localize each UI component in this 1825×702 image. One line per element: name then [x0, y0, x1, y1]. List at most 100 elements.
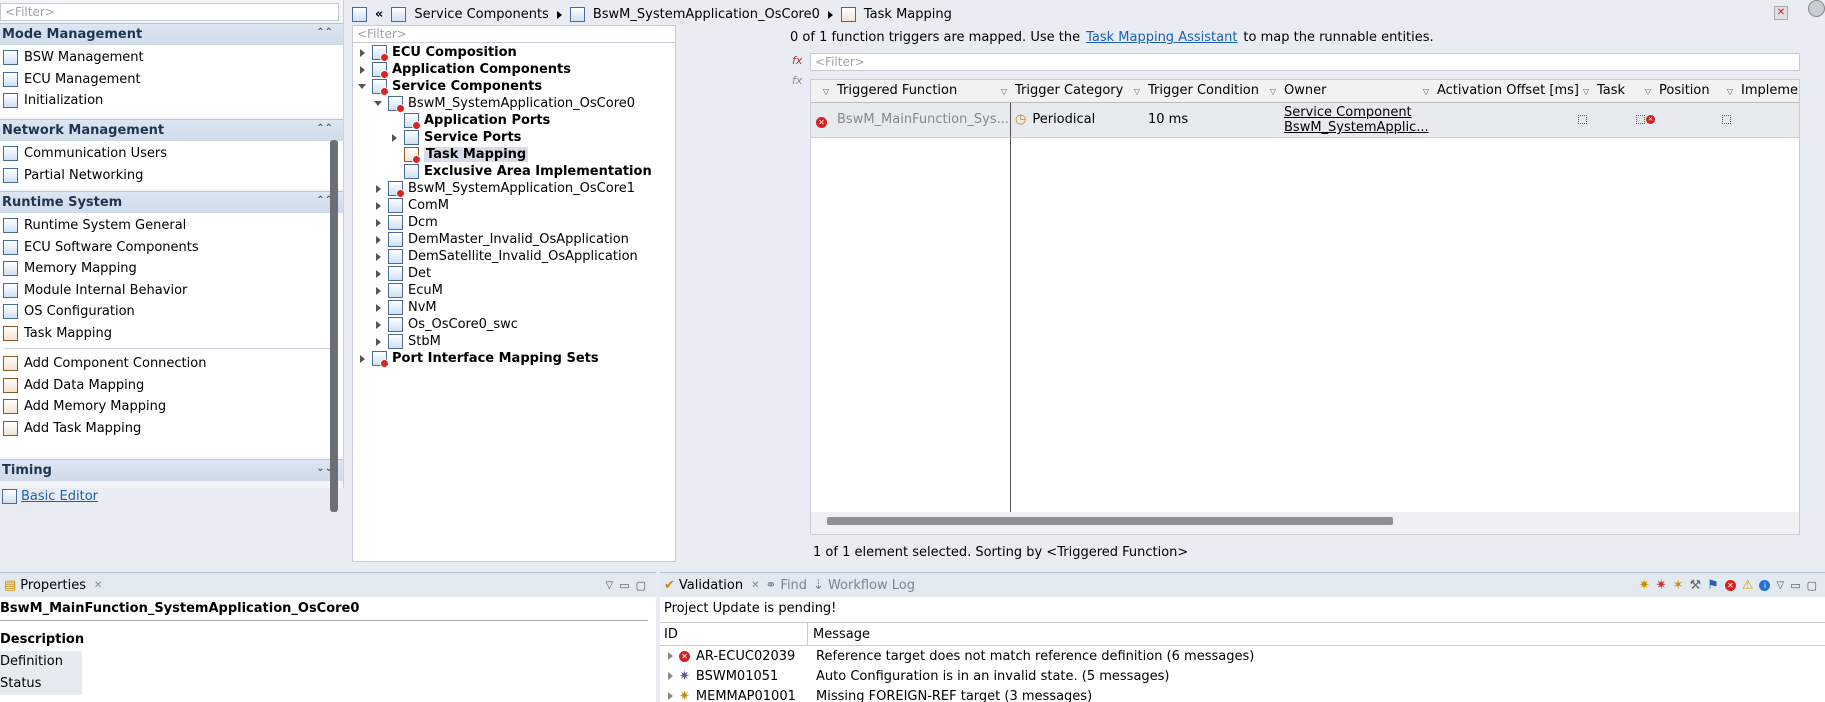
- minimize-icon[interactable]: ▭: [619, 579, 629, 592]
- avatar[interactable]: [1808, 0, 1825, 17]
- tab-properties[interactable]: ▤ Properties ✕: [4, 578, 102, 593]
- cell-position[interactable]: [1655, 103, 1737, 138]
- tree-node-os-oscore0[interactable]: Os_OsCore0_swc: [357, 316, 671, 333]
- collapse-icon[interactable]: ⌃⌃: [316, 27, 333, 38]
- view-menu-icon[interactable]: ▽: [1776, 580, 1784, 591]
- filter-config-icon[interactable]: ⚑: [1707, 578, 1719, 593]
- unmap-icon[interactable]: fx: [792, 74, 806, 88]
- tree-node-stbm[interactable]: StbM: [357, 333, 671, 350]
- edit-icon[interactable]: [1636, 115, 1645, 124]
- tree-node-ecu-composition[interactable]: ECU Composition: [357, 44, 671, 62]
- view-menu-icon[interactable]: ▽: [605, 580, 613, 591]
- properties-section-definition[interactable]: Definition: [0, 651, 82, 673]
- back-icon[interactable]: «: [375, 7, 383, 22]
- show-info-icon[interactable]: i: [1759, 579, 1771, 591]
- filter-icon[interactable]: ▽: [823, 87, 829, 96]
- validate-errors-icon[interactable]: ✷: [1656, 578, 1667, 593]
- palette-scrollbar[interactable]: [330, 140, 338, 512]
- tree-node-service-ports[interactable]: Service Ports: [357, 129, 671, 146]
- basic-editor-link[interactable]: Basic Editor: [21, 489, 98, 504]
- tree-node-nvm[interactable]: NvM: [357, 299, 671, 316]
- column-header-task[interactable]: Task ▽: [1593, 80, 1655, 103]
- column-header-id[interactable]: ID: [660, 623, 808, 645]
- expand-icon[interactable]: [668, 652, 673, 660]
- palette-item-bsw-management[interactable]: BSW Management: [0, 47, 343, 69]
- show-warnings-icon[interactable]: ⚠: [1742, 578, 1754, 593]
- palette-item-runtime-general[interactable]: Runtime System General: [0, 215, 343, 237]
- tree-node-task-mapping[interactable]: Task Mapping: [357, 146, 671, 164]
- edit-icon[interactable]: [1578, 115, 1587, 124]
- filter-icon[interactable]: ▽: [1134, 87, 1140, 96]
- tree-node-application-ports[interactable]: Application Ports: [357, 112, 671, 130]
- tree-node-demmaster[interactable]: DemMaster_Invalid_OsApplication: [357, 231, 671, 248]
- table-row[interactable]: BswM_MainFunction_Sys...: [833, 103, 1011, 138]
- auto-map-icon[interactable]: fx: [792, 54, 806, 68]
- filter-icon[interactable]: ▽: [1270, 87, 1276, 96]
- breadcrumb-service-components[interactable]: Service Components: [414, 7, 548, 22]
- tab-validation[interactable]: ✔ Validation ✕: [664, 578, 760, 593]
- tree-filter-input[interactable]: <Filter>: [353, 26, 675, 43]
- cell-implementation[interactable]: [1737, 103, 1799, 138]
- palette-item-initialization[interactable]: Initialization: [0, 90, 343, 112]
- table-row[interactable]: ✕ AR-ECUC02039 Reference target does not …: [660, 646, 1825, 666]
- owner-line1[interactable]: Service Component: [1284, 105, 1429, 120]
- tree-node-det[interactable]: Det: [357, 265, 671, 282]
- column-header-activation-offset[interactable]: Activation Offset [ms] ▽: [1433, 80, 1593, 103]
- palette-action-add-component-connection[interactable]: Add Component Connection: [0, 353, 343, 375]
- column-header-owner[interactable]: Owner ▽: [1280, 80, 1433, 103]
- section-runtime-system[interactable]: Runtime System ⌃⌃: [0, 191, 343, 213]
- maximize-icon[interactable]: ▢: [1807, 579, 1817, 592]
- tree-node-service-components[interactable]: Service Components: [357, 78, 671, 96]
- column-header-trigger-category[interactable]: Trigger Category ▽: [1011, 80, 1144, 103]
- sort-filter-icon[interactable]: ▽: [1001, 87, 1007, 96]
- cell-trigger-condition[interactable]: 10 ms: [1144, 103, 1280, 138]
- collapse-icon[interactable]: ⌃⌃: [316, 123, 333, 134]
- palette-item-task-mapping[interactable]: Task Mapping: [0, 323, 343, 345]
- palette-item-os-configuration[interactable]: OS Configuration: [0, 301, 343, 323]
- cell-owner[interactable]: Service Component BswM_SystemApplic...: [1280, 103, 1433, 138]
- palette-action-add-task-mapping[interactable]: Add Task Mapping: [0, 418, 343, 440]
- column-header-triggered-function[interactable]: Triggered Function ▽: [833, 80, 1011, 103]
- horizontal-scrollbar[interactable]: [811, 512, 1799, 534]
- filter-icon[interactable]: ▽: [1727, 87, 1733, 96]
- validate-icon[interactable]: ✷: [1639, 578, 1650, 593]
- tree-node-exclusive-area[interactable]: Exclusive Area Implementation: [357, 163, 671, 180]
- tree-node-bswm-oscore1[interactable]: BswM_SystemApplication_OsCore1: [357, 180, 671, 198]
- table-row[interactable]: ✷ MEMMAP01001 Missing FOREIGN-REF target …: [660, 686, 1825, 702]
- palette-filter-input[interactable]: <Filter>: [0, 3, 339, 21]
- column-header-message[interactable]: Message: [808, 623, 875, 645]
- close-editor-icon[interactable]: ✕: [1774, 6, 1788, 20]
- home-icon[interactable]: [352, 7, 367, 22]
- tree-node-comm[interactable]: ComM: [357, 197, 671, 214]
- close-icon[interactable]: ✕: [751, 580, 759, 591]
- properties-section-description[interactable]: Description: [0, 629, 84, 651]
- tab-workflow-log[interactable]: ⇣ Workflow Log: [813, 578, 915, 593]
- section-mode-management[interactable]: Mode Management ⌃⌃: [0, 23, 343, 45]
- breadcrumb-task-mapping[interactable]: Task Mapping: [864, 7, 952, 22]
- tab-find[interactable]: ⚭ Find: [766, 578, 808, 593]
- close-icon[interactable]: ✕: [94, 580, 102, 591]
- palette-item-module-internal-behavior[interactable]: Module Internal Behavior: [0, 280, 343, 302]
- cell-trigger-category[interactable]: ◷ Periodical: [1011, 103, 1144, 138]
- cell-task[interactable]: ✕: [1593, 103, 1655, 138]
- column-header-status[interactable]: ▽: [811, 80, 833, 103]
- maximize-icon[interactable]: ▢: [636, 579, 646, 592]
- filter-icon[interactable]: ▽: [1423, 87, 1429, 96]
- breadcrumb-bswm-oscore0[interactable]: BswM_SystemApplication_OsCore0: [593, 7, 820, 22]
- owner-line2[interactable]: BswM_SystemApplic...: [1284, 120, 1429, 135]
- show-errors-icon[interactable]: ✕: [1724, 579, 1736, 591]
- tree-node-ecum[interactable]: EcuM: [357, 282, 671, 299]
- column-header-trigger-condition[interactable]: Trigger Condition ▽: [1144, 80, 1280, 103]
- section-timing[interactable]: Timing ⌄⌄: [0, 459, 343, 481]
- grid-filter-input[interactable]: <Filter>: [810, 53, 1800, 71]
- palette-item-ecu-management[interactable]: ECU Management: [0, 69, 343, 91]
- tree-node-demsatellite[interactable]: DemSatellite_Invalid_OsApplication: [357, 248, 671, 265]
- tools-icon[interactable]: ⚒: [1690, 578, 1702, 593]
- properties-section-status[interactable]: Status: [0, 673, 82, 695]
- scrollbar-thumb[interactable]: [827, 517, 1393, 525]
- tree-node-dcm[interactable]: Dcm: [357, 214, 671, 231]
- task-mapping-assistant-link[interactable]: Task Mapping Assistant: [1086, 30, 1237, 45]
- palette-item-communication-users[interactable]: Communication Users: [0, 143, 343, 165]
- table-row[interactable]: ✷ BSWM01051 Auto Configuration is in an i…: [660, 666, 1825, 686]
- column-header-position[interactable]: Position ▽: [1655, 80, 1737, 103]
